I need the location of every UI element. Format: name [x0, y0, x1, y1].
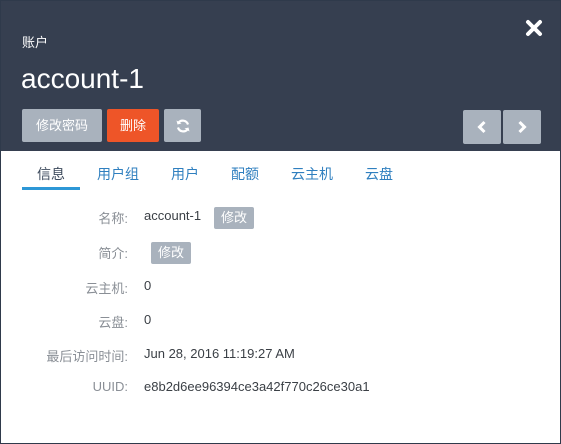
previous-button[interactable]	[463, 110, 501, 144]
tab-users[interactable]: 用户	[171, 164, 199, 184]
close-icon[interactable]	[523, 17, 545, 39]
panel-header: 账户 account-1 修改密码 删除	[1, 1, 560, 151]
edit-description-button[interactable]: 修改	[151, 242, 192, 264]
active-tab-indicator	[22, 187, 80, 190]
disk-count-label: 云盘:	[98, 315, 128, 330]
disk-count-value: 0	[144, 312, 152, 327]
tab-info[interactable]: 信息	[37, 164, 65, 184]
description-label: 简介:	[98, 246, 128, 261]
name-label: 名称:	[98, 211, 128, 226]
delete-button[interactable]: 删除	[107, 109, 159, 142]
chevron-right-icon	[518, 120, 527, 134]
vm-count-label: 云主机:	[85, 281, 128, 296]
change-password-button[interactable]: 修改密码	[22, 109, 102, 142]
uuid-label: UUID:	[92, 379, 128, 394]
last-access-label: 最后访问时间:	[46, 349, 128, 364]
vm-count-value: 0	[144, 278, 152, 293]
name-value: account-1	[144, 208, 202, 223]
tab-quota[interactable]: 配额	[231, 164, 259, 184]
tab-user-groups[interactable]: 用户组	[97, 164, 139, 184]
refresh-icon	[176, 119, 189, 132]
tab-bar: 信息 用户组 用户 配额 云主机 云盘	[1, 151, 560, 191]
breadcrumb: 账户	[22, 35, 49, 50]
account-detail-panel: 账户 account-1 修改密码 删除 信息 用户组 用户 配额 云主机 云盘…	[0, 0, 561, 444]
refresh-button[interactable]	[164, 109, 201, 142]
chevron-left-icon	[477, 120, 486, 134]
tab-vm[interactable]: 云主机	[291, 164, 333, 184]
last-access-value: Jun 28, 2016 11:19:27 AM	[144, 346, 295, 361]
uuid-value: e8b2d6ee96394ce3a42f770c26ce30a1	[144, 379, 370, 394]
edit-name-button[interactable]: 修改	[214, 207, 255, 229]
page-title: account-1	[21, 63, 144, 94]
next-button[interactable]	[503, 110, 541, 144]
tab-volumes[interactable]: 云盘	[365, 164, 393, 184]
